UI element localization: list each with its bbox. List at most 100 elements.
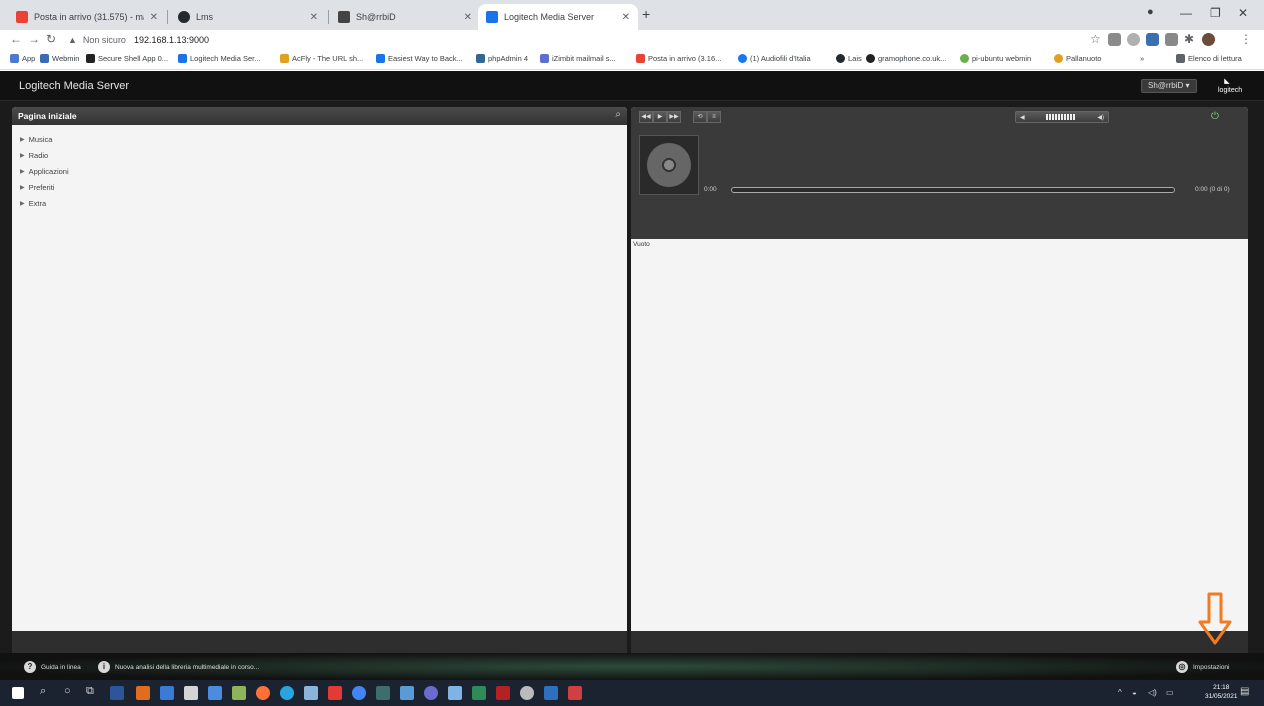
menu-item-preferiti[interactable]: ▶ Preferiti [20, 179, 69, 195]
task-view-icon[interactable]: ⧉ [86, 685, 94, 698]
chevron-up-icon[interactable]: ^ [1118, 688, 1122, 697]
gear-icon[interactable] [520, 686, 534, 700]
settings-link[interactable]: ◎ Impostazioni [1176, 661, 1230, 673]
extension-icon[interactable] [1146, 33, 1159, 46]
bookmark-gmail[interactable]: Posta in arrivo (3.16... [636, 54, 721, 63]
reload-button[interactable]: ↻ [46, 32, 56, 46]
bookmark-audiofili[interactable]: (1) Audiofili d'Italia [738, 54, 811, 63]
settings-label: Impostazioni [1193, 663, 1230, 671]
close-window-button[interactable]: ✕ [1238, 6, 1248, 20]
volume-up-icon[interactable]: ◀) [1097, 114, 1104, 121]
tab-player[interactable]: Sh@rrbiD ✕ [330, 4, 480, 30]
bookmark-star-icon[interactable]: ☆ [1090, 32, 1101, 46]
menu-icon[interactable]: ⋮ [1240, 32, 1252, 46]
cortana-icon[interactable]: ○ [64, 685, 71, 697]
close-icon[interactable]: ✕ [150, 12, 158, 23]
app-icon[interactable] [232, 686, 246, 700]
bookmark-lms[interactable]: Logitech Media Ser... [178, 54, 260, 63]
bookmark-ssh[interactable]: Secure Shell App 0... [86, 54, 168, 63]
tab-logitech-media-server[interactable]: Logitech Media Server ✕ [478, 4, 638, 30]
photos-icon[interactable] [208, 686, 222, 700]
bookmark-label: (1) Audiofili d'Italia [750, 54, 811, 63]
extension-icon[interactable] [1127, 33, 1140, 46]
gmail-icon [16, 11, 28, 23]
link-icon [280, 54, 289, 63]
profile-icon[interactable]: ● [1147, 6, 1154, 18]
bookmark-pallanuoto[interactable]: Pallanuoto [1054, 54, 1101, 63]
chrome-icon[interactable] [352, 686, 366, 700]
more-bookmarks-button[interactable]: » [1140, 54, 1144, 63]
app-icon[interactable] [400, 686, 414, 700]
disc-icon [647, 143, 691, 187]
app-icon[interactable] [424, 686, 438, 700]
volume-control[interactable]: ◀ ◀) [1015, 111, 1109, 123]
bookmark-pgadmin[interactable]: phpAdmin 4 [476, 54, 528, 63]
reading-list[interactable]: Elenco di lettura [1176, 54, 1242, 63]
windows-start-icon[interactable] [12, 687, 24, 699]
bookmark-gramophone[interactable]: gramophone.co.uk... [866, 54, 946, 63]
app-icon[interactable] [376, 686, 390, 700]
volume-icon[interactable]: ◁) [1148, 688, 1157, 697]
power-icon[interactable]: ⏻ [1211, 111, 1219, 122]
display-icon[interactable]: ▭ [1166, 688, 1174, 697]
bookmark-lais[interactable]: Lais [836, 54, 862, 63]
progress-bar[interactable] [731, 187, 1175, 193]
menu-item-applicazioni[interactable]: ▶ Applicazioni [20, 163, 69, 179]
repeat-button[interactable]: ⟲ [693, 111, 707, 123]
filezilla-icon[interactable] [496, 686, 510, 700]
app-icon[interactable] [448, 686, 462, 700]
store-icon[interactable] [184, 686, 198, 700]
menu-item-extra[interactable]: ▶ Extra [20, 195, 69, 211]
word-icon[interactable] [110, 686, 124, 700]
remaining-time: 0:00 (0 di 0) [1195, 186, 1230, 193]
app-icon[interactable] [328, 686, 342, 700]
system-clock[interactable]: 21:18 31/05/2021 [1205, 683, 1238, 701]
menu-item-musica[interactable]: ▶ Musica [20, 131, 69, 147]
bookmark-zimbit[interactable]: iZimbit mailmail s... [540, 54, 616, 63]
new-tab-button[interactable]: + [642, 6, 650, 22]
firefox-icon[interactable] [256, 686, 270, 700]
edge-icon[interactable] [280, 686, 294, 700]
shuffle-button[interactable]: ≡ [707, 111, 721, 123]
restore-button[interactable]: ❐ [1210, 6, 1221, 20]
player-selector[interactable]: Sh@rrbiD ▾ [1141, 79, 1197, 93]
address-bar[interactable]: ▲ Non sicuro 192.168.1.13:9000 [68, 32, 1078, 48]
notifications-icon[interactable]: ▤ [1240, 686, 1249, 697]
volume-down-icon[interactable]: ◀ [1020, 114, 1025, 121]
bookmark-backup[interactable]: Easiest Way to Back... [376, 54, 463, 63]
volume-level[interactable] [1046, 114, 1076, 120]
previous-button[interactable]: ◀◀ [639, 111, 653, 123]
next-button[interactable]: ▶▶ [667, 111, 681, 123]
help-link[interactable]: ? Guida in linea [24, 661, 81, 673]
play-button[interactable]: ▶ [653, 111, 667, 123]
close-icon[interactable]: ✕ [464, 12, 472, 23]
search-icon[interactable]: ⌕ [40, 685, 46, 698]
bookmark-pi-ubuntu[interactable]: pi-ubuntu webmin [960, 54, 1031, 63]
bookmark-acfly[interactable]: AcFly - The URL sh... [280, 54, 363, 63]
extension-icon[interactable] [1165, 33, 1178, 46]
forward-button[interactable]: → [28, 32, 40, 46]
globe-icon [866, 54, 875, 63]
app-icon[interactable] [136, 686, 150, 700]
tab-lms[interactable]: Lms ✕ [170, 4, 326, 30]
app-icon[interactable] [568, 686, 582, 700]
menu-item-radio[interactable]: ▶ Radio [20, 147, 69, 163]
close-icon[interactable]: ✕ [622, 12, 630, 23]
minimize-button[interactable]: — [1180, 6, 1192, 20]
tab-gmail[interactable]: Posta in arrivo (31.575) - marco. ✕ [8, 4, 166, 30]
close-icon[interactable]: ✕ [310, 12, 318, 23]
app-icon[interactable] [304, 686, 318, 700]
network-icon[interactable]: ◒ [1132, 688, 1137, 697]
search-icon[interactable]: ⌕ [615, 109, 621, 120]
avatar[interactable] [1202, 33, 1215, 46]
bookmark-label: gramophone.co.uk... [878, 54, 947, 63]
back-button[interactable]: ← [10, 32, 22, 46]
url-text: 192.168.1.13:9000 [133, 35, 210, 45]
mail-icon[interactable] [160, 686, 174, 700]
bookmark-apps[interactable]: App [10, 54, 35, 63]
app-icon[interactable] [544, 686, 558, 700]
bookmark-webmin[interactable]: Webmin [40, 54, 79, 63]
app-icon[interactable] [472, 686, 486, 700]
extension-icon[interactable] [1108, 33, 1121, 46]
puzzle-icon[interactable]: ✱ [1184, 32, 1194, 46]
